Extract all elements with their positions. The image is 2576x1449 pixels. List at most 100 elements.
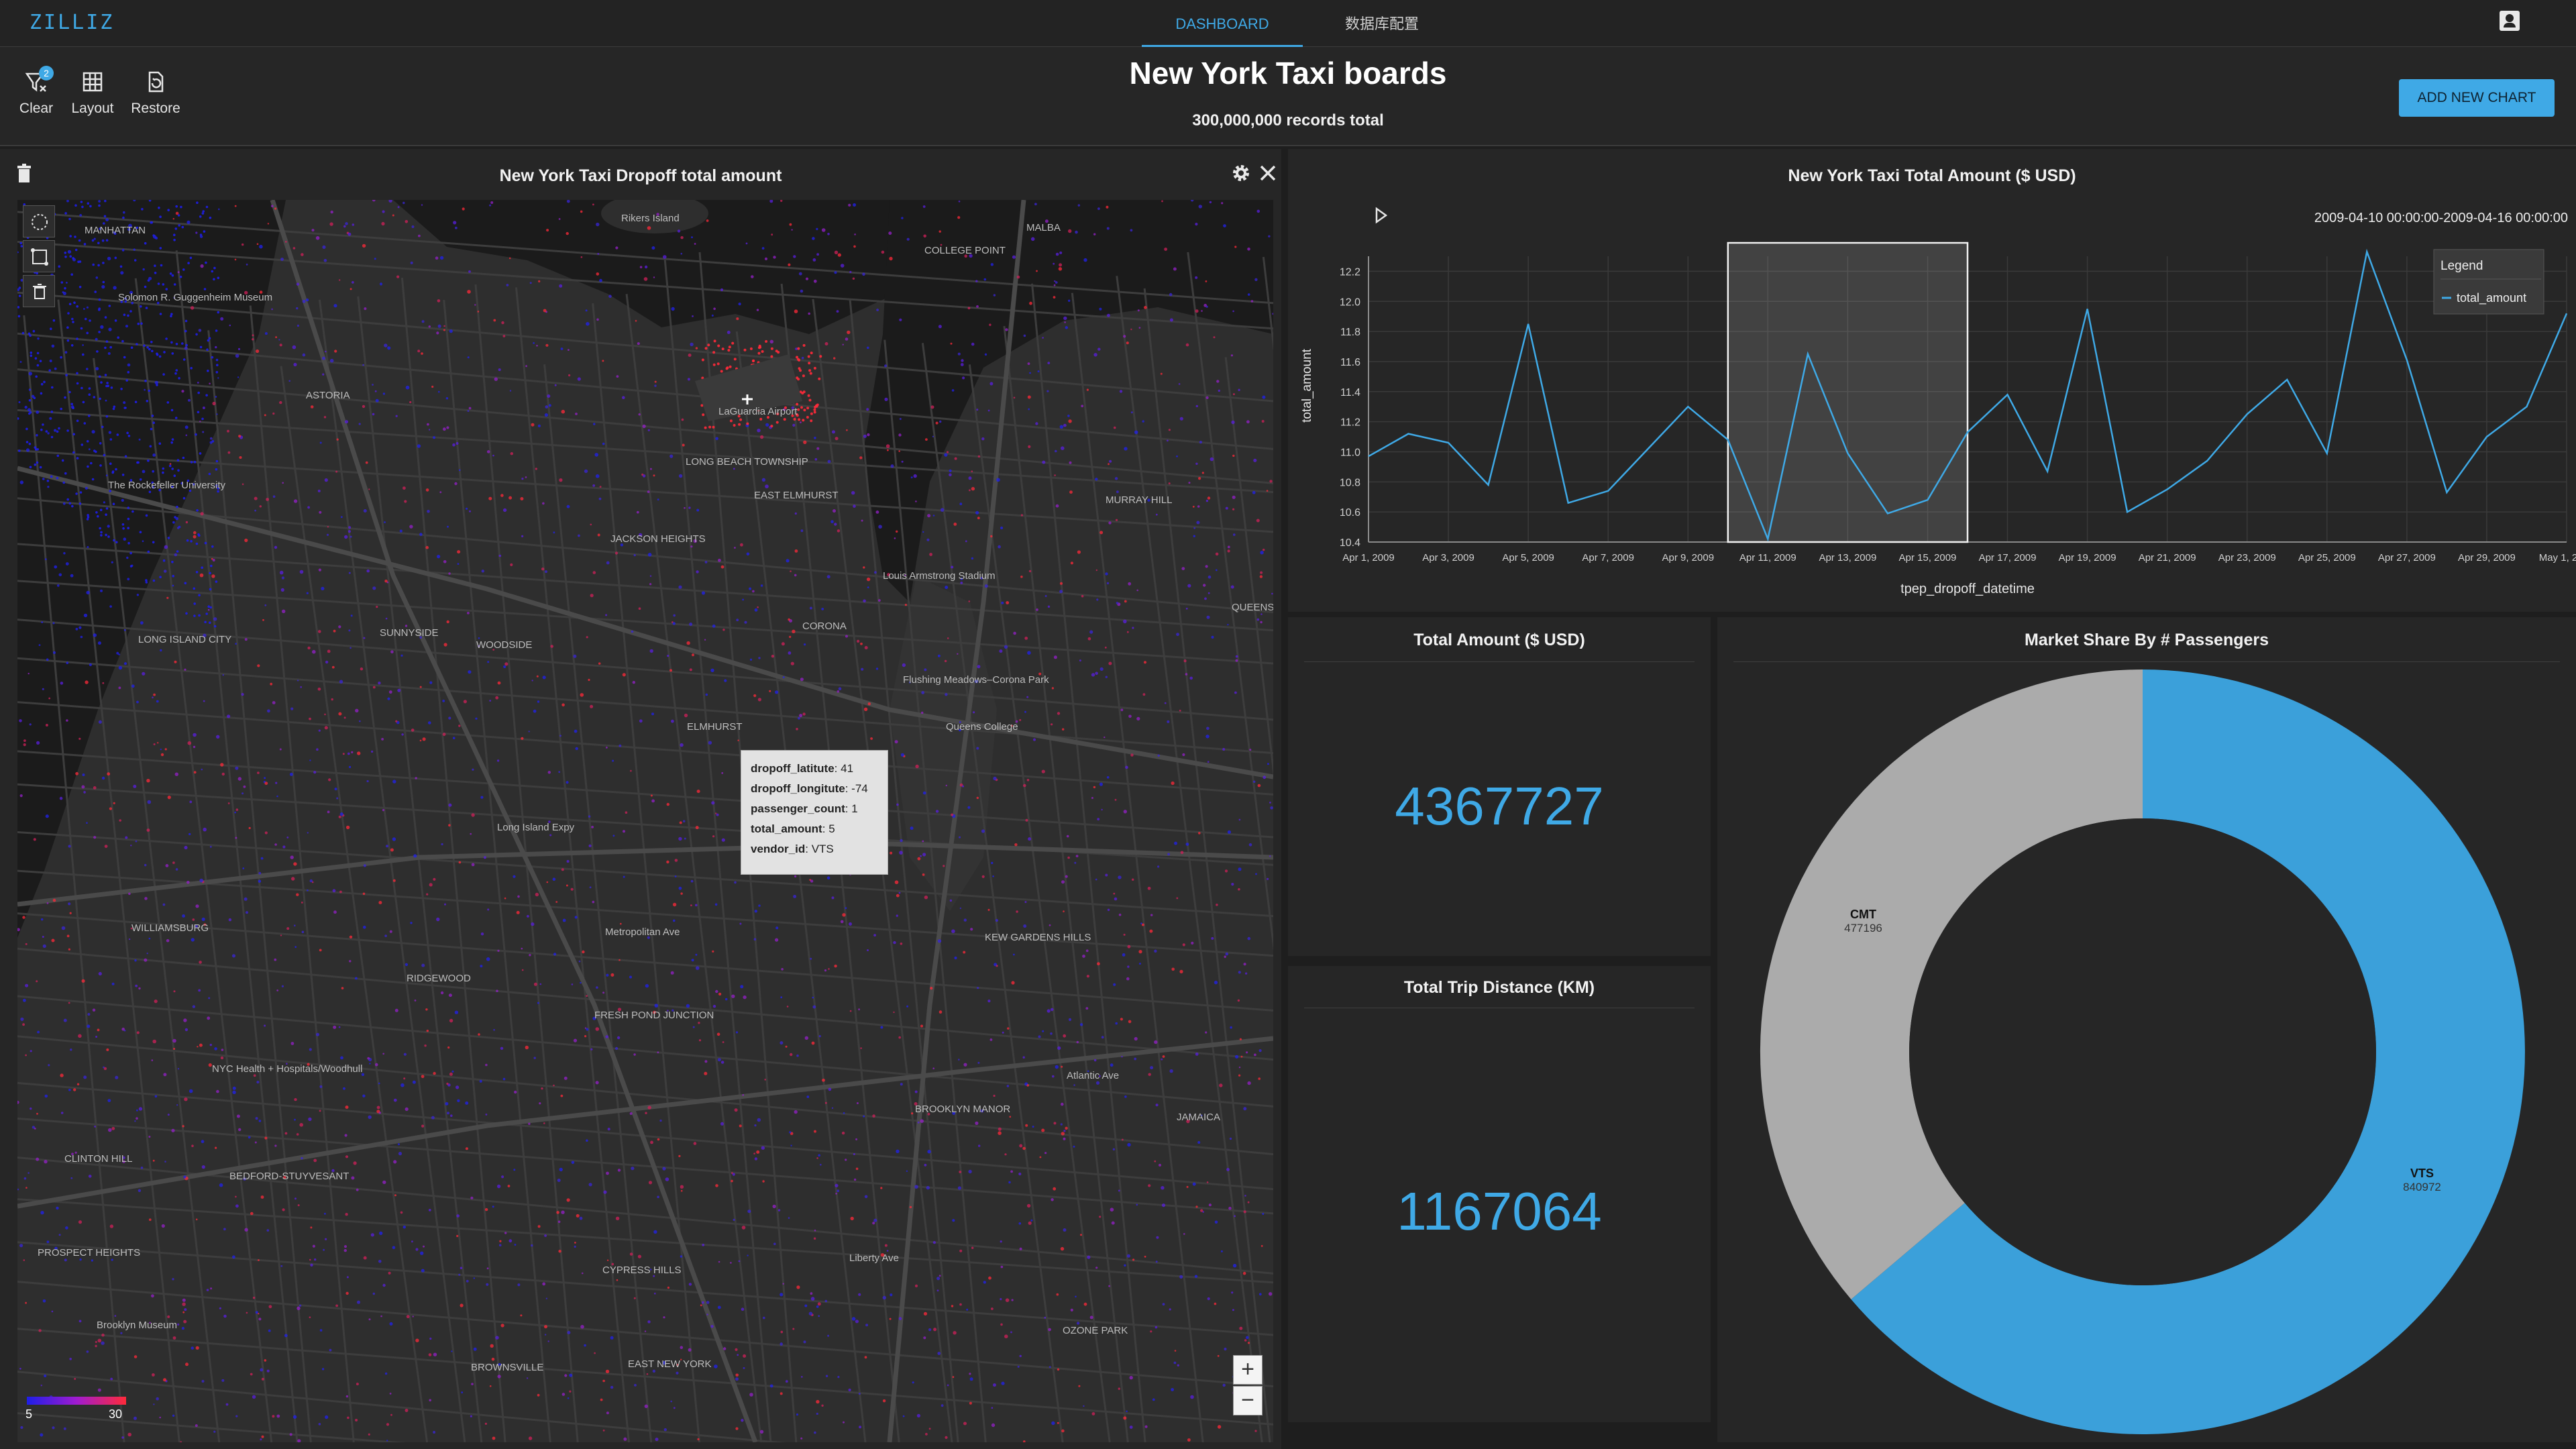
zilliz-logo[interactable]: ZILLIZ — [30, 11, 114, 34]
dropoff-point — [545, 1297, 548, 1299]
tab-database-config[interactable]: 数据库配置 — [1315, 0, 1449, 47]
dropoff-point — [128, 938, 131, 941]
dropoff-point — [924, 1163, 927, 1167]
draw-rectangle-button[interactable] — [23, 240, 55, 272]
dropoff-point — [105, 218, 109, 221]
dropoff-point — [599, 278, 602, 282]
dropoff-point — [184, 1097, 188, 1102]
account-box-icon[interactable] — [2500, 11, 2520, 31]
dropoff-point — [1192, 505, 1195, 508]
taxi-dropoff-map[interactable]: Rikers Island LaGuardia Airport MANHATTAN A… — [17, 200, 1273, 1442]
dropoff-point — [898, 892, 901, 894]
dropoff-point — [30, 1107, 32, 1110]
layout-button[interactable]: Layout — [59, 68, 126, 117]
add-new-chart-button[interactable]: ADD NEW CHART — [2399, 79, 2555, 117]
dropoff-point — [332, 889, 336, 893]
dropoff-point — [896, 914, 899, 917]
dropoff-point — [23, 1177, 27, 1180]
dropoff-point — [763, 1316, 765, 1320]
dropoff-point — [302, 299, 306, 303]
dropoff-point — [169, 463, 172, 465]
dropoff-point — [885, 444, 890, 448]
dropoff-point — [1018, 1172, 1022, 1176]
donut-chart[interactable]: VTS840972CMT477196 — [1717, 617, 2576, 1442]
dropoff-point — [775, 421, 779, 424]
dropoff-point — [211, 270, 214, 273]
dropoff-point — [900, 943, 903, 945]
dropoff-point — [561, 1393, 566, 1396]
dropoff-point — [1191, 941, 1194, 945]
dropoff-point — [447, 525, 449, 528]
dropoff-point — [588, 678, 590, 682]
dropoff-point — [1127, 1142, 1131, 1147]
dropoff-point — [44, 558, 47, 560]
line-chart[interactable]: 10.410.610.811.011.211.411.611.812.012.2… — [1288, 149, 2576, 612]
dropoff-point — [42, 423, 44, 426]
dropoff-point — [325, 350, 327, 353]
dropoff-point — [162, 283, 165, 286]
dropoff-point — [933, 1328, 937, 1332]
dropoff-point — [293, 862, 297, 866]
dropoff-point — [654, 380, 657, 383]
dropoff-point — [486, 1267, 489, 1270]
dropoff-point — [1114, 897, 1118, 901]
dropoff-point — [1001, 601, 1004, 604]
dropoff-point — [87, 202, 90, 205]
dropoff-point — [722, 1041, 724, 1043]
dropoff-point — [977, 517, 980, 520]
dropoff-point — [103, 1066, 105, 1069]
dropoff-point — [344, 1134, 347, 1137]
dropoff-point — [649, 468, 652, 470]
dropoff-point — [1028, 570, 1032, 573]
dropoff-point — [712, 351, 716, 354]
dropoff-point — [419, 739, 422, 742]
dropoff-point — [29, 334, 32, 337]
dropoff-point — [68, 902, 71, 906]
dropoff-point — [1227, 624, 1229, 626]
tab-dashboard[interactable]: DASHBOARD — [1142, 0, 1303, 47]
dropoff-point — [547, 1340, 549, 1342]
dropoff-point — [926, 538, 930, 541]
dropoff-point — [205, 612, 209, 615]
dropoff-point — [791, 229, 793, 231]
dropoff-point — [203, 288, 207, 290]
dropoff-point — [539, 983, 542, 985]
dropoff-point — [109, 345, 112, 349]
dropoff-point — [758, 904, 761, 907]
restore-button[interactable]: Restore — [122, 68, 189, 117]
zoom-out-button[interactable]: − — [1233, 1386, 1263, 1415]
zoom-in-button[interactable]: + — [1233, 1355, 1263, 1385]
dropoff-point — [393, 1098, 397, 1102]
dropoff-point — [319, 1085, 323, 1088]
delete-shape-button[interactable] — [23, 275, 55, 307]
dropoff-point — [318, 1423, 321, 1426]
dropoff-point — [1089, 1316, 1093, 1320]
dropoff-point — [173, 1048, 176, 1050]
dropoff-point — [567, 1397, 570, 1399]
dropoff-point — [1000, 1265, 1004, 1269]
map-place-label: PROSPECT HEIGHTS — [38, 1247, 140, 1258]
close-icon[interactable] — [1258, 164, 1277, 182]
draw-circle-button[interactable] — [23, 205, 55, 237]
map-canvas[interactable]: Rikers IslandLaGuardia AirportMANHATTANA… — [17, 200, 1273, 1442]
dropoff-point — [405, 220, 409, 223]
legend-title: Legend — [2440, 259, 2483, 273]
legend-series-label[interactable]: total_amount — [2457, 291, 2526, 305]
dropoff-point — [193, 771, 197, 774]
dropoff-point — [36, 434, 38, 437]
dropoff-point — [68, 502, 72, 505]
dropoff-point — [1269, 802, 1271, 804]
dropoff-point — [449, 1018, 453, 1023]
dropoff-point — [452, 737, 455, 739]
dropoff-point — [951, 929, 955, 933]
dropoff-point — [857, 639, 860, 643]
dropoff-point — [576, 1214, 580, 1218]
dropoff-point — [1176, 455, 1178, 458]
dropoff-point — [566, 1198, 570, 1202]
dropoff-point — [1095, 1081, 1100, 1085]
settings-gear-icon[interactable] — [1230, 162, 1252, 184]
dropoff-point — [1205, 565, 1208, 568]
dropoff-point — [72, 407, 74, 409]
brush-selection[interactable] — [1727, 241, 1969, 543]
dropoff-point — [1173, 1361, 1177, 1364]
